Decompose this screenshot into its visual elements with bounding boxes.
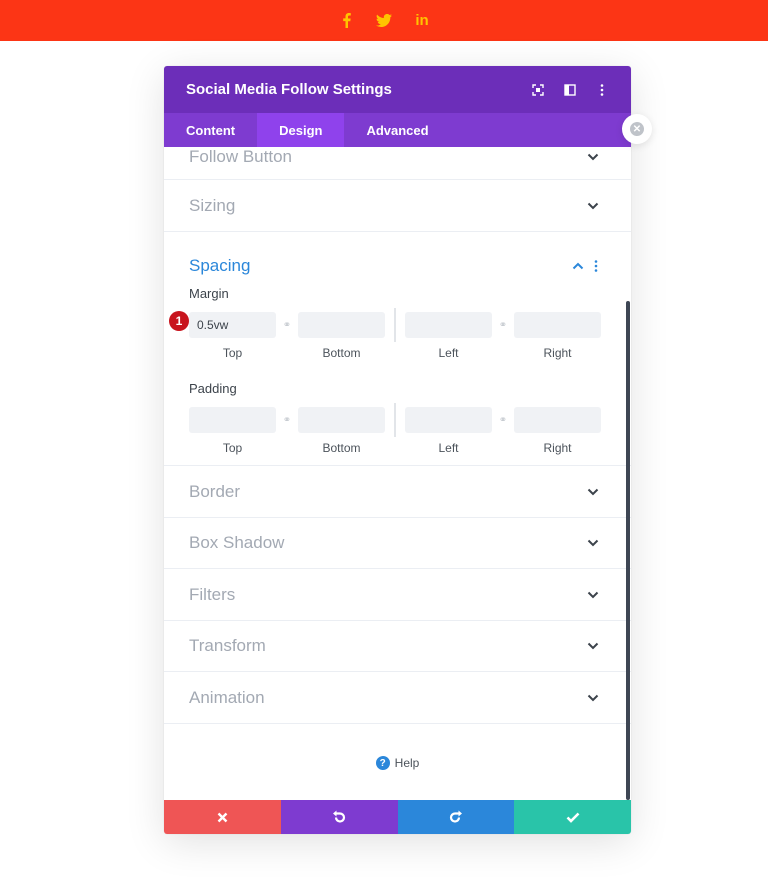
caption-right: Right [543, 346, 572, 360]
help-label: Help [394, 756, 420, 770]
padding-right-input[interactable] [514, 407, 601, 433]
caption-bottom: Bottom [322, 346, 361, 360]
caption-left: Left [438, 441, 459, 455]
undo-button[interactable] [280, 800, 398, 834]
more-options-icon[interactable] [595, 83, 609, 97]
modal-title: Social Media Follow Settings [186, 81, 392, 98]
chevron-down-icon [587, 642, 599, 650]
chevron-down-icon [587, 202, 599, 209]
scrollbar[interactable] [626, 301, 630, 800]
margin-label: Margin [189, 286, 229, 301]
section-title: Filters [189, 584, 236, 604]
padding-bottom-input[interactable] [298, 407, 385, 433]
modal-header: Social Media Follow Settings [164, 66, 631, 113]
caption-top: Top [222, 441, 243, 455]
save-button[interactable] [514, 800, 631, 834]
caption-top: Top [222, 346, 243, 360]
margin-fields: 1 0.5vw ⚭ ⚭ [169, 308, 606, 342]
section-follow-button[interactable]: Follow Button [164, 147, 631, 180]
link-icon[interactable]: ⚭ [276, 415, 298, 426]
modal-footer [164, 800, 631, 834]
section-filters[interactable]: Filters [164, 569, 631, 621]
linkedin-icon[interactable]: in [414, 12, 430, 29]
redo-button[interactable] [397, 800, 515, 834]
padding-captions: Top Bottom Left Right [189, 441, 606, 455]
caption-bottom: Bottom [322, 441, 361, 455]
tab-advanced[interactable]: Advanced [344, 113, 450, 147]
link-icon[interactable]: ⚭ [276, 320, 298, 331]
chevron-down-icon [587, 539, 599, 547]
facebook-icon[interactable] [338, 13, 354, 28]
caption-left: Left [438, 346, 459, 360]
section-title: Spacing [189, 256, 251, 275]
section-transform[interactable]: Transform [164, 621, 631, 672]
help-icon: ? [375, 756, 390, 770]
section-spacing: Spacing Margin 1 0.5vw ⚭ ⚭ Top Bottom Le… [164, 232, 631, 466]
close-icon [217, 812, 228, 822]
chevron-down-icon [587, 488, 599, 495]
save-check-icon [566, 812, 580, 823]
chevron-down-icon [587, 694, 599, 701]
tab-bar: Content Design Advanced [164, 113, 631, 147]
header-actions [531, 83, 609, 97]
padding-top-input[interactable] [189, 407, 276, 433]
margin-top-input[interactable]: 0.5vw [189, 312, 276, 338]
spacing-header[interactable]: Spacing [189, 232, 606, 286]
section-title: Follow Button [189, 147, 292, 166]
margin-captions: Top Bottom Left Right [189, 346, 606, 360]
section-sizing[interactable]: Sizing [164, 180, 631, 232]
chevron-up-icon[interactable] [572, 262, 584, 270]
section-box-shadow[interactable]: Box Shadow [164, 518, 631, 569]
link-icon[interactable]: ⚭ [492, 415, 514, 426]
help-link[interactable]: ? Help [164, 724, 631, 800]
side-toggle[interactable]: ✕ [622, 114, 652, 144]
discard-button[interactable] [164, 800, 281, 834]
more-options-icon[interactable] [594, 260, 598, 272]
twitter-icon[interactable] [376, 14, 392, 27]
expand-icon[interactable] [531, 83, 545, 97]
tab-design[interactable]: Design [257, 113, 345, 147]
section-title: Border [189, 481, 241, 501]
social-follow-bar: in [0, 0, 768, 41]
section-border[interactable]: Border [164, 466, 631, 518]
undo-icon [333, 810, 346, 823]
chevron-down-icon [587, 153, 599, 161]
margin-left-input[interactable] [405, 312, 492, 338]
section-title: Animation [189, 687, 265, 707]
tab-content[interactable]: Content [164, 113, 257, 147]
caption-right: Right [543, 441, 572, 455]
chevron-down-icon [587, 591, 599, 598]
section-title: Transform [189, 636, 266, 655]
section-title: Sizing [189, 195, 236, 215]
padding-fields: ⚭ ⚭ [189, 403, 606, 437]
settings-scroll-area[interactable]: Follow Button Sizing Spacing Margin 1 0.… [164, 147, 631, 800]
settings-modal: Social Media Follow Settings Content Des… [164, 66, 631, 834]
padding-label: Padding [189, 381, 237, 396]
divider [394, 308, 396, 342]
link-icon[interactable]: ⚭ [492, 320, 514, 331]
section-animation[interactable]: Animation [164, 672, 631, 724]
margin-right-input[interactable] [514, 312, 601, 338]
dismiss-icon: ✕ [630, 122, 644, 136]
step-badge: 1 [169, 311, 189, 331]
padding-left-input[interactable] [405, 407, 492, 433]
margin-bottom-input[interactable] [298, 312, 385, 338]
redo-icon [449, 810, 462, 823]
divider [394, 403, 396, 437]
section-title: Box Shadow [189, 533, 285, 552]
split-view-icon[interactable] [563, 83, 577, 97]
